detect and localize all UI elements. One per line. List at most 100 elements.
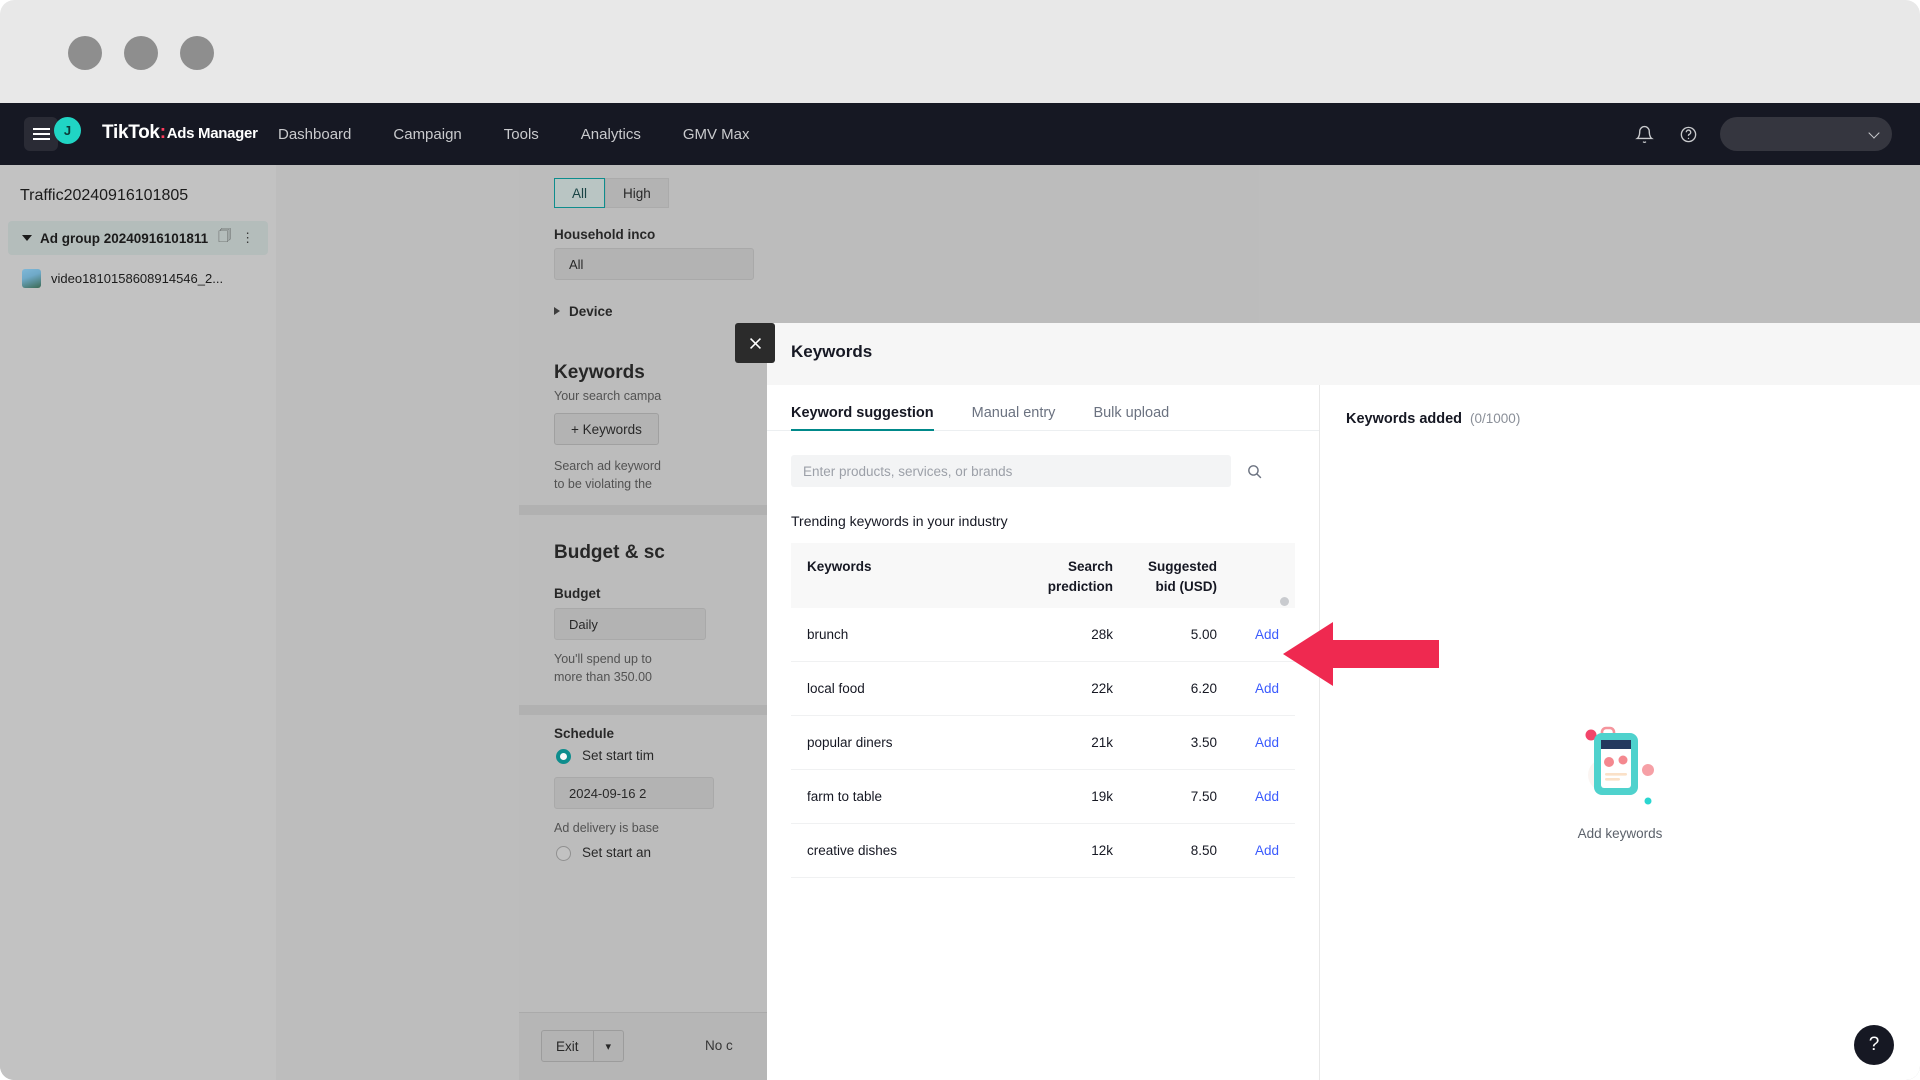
keywords-added-panel: Keywords added (0/1000) Add keywords ? [1320,385,1920,1080]
keywords-added-count: (0/1000) [1470,411,1521,426]
chevron-down-icon[interactable]: ▾ [594,1040,624,1053]
budget-note-line1: You'll spend up to [554,652,652,666]
tab-manual-entry[interactable]: Manual entry [972,405,1056,430]
exit-button[interactable]: Exit ▾ [541,1030,625,1062]
column-header-search-line1: Search [1067,559,1113,574]
add-keyword-link[interactable]: Add [1255,843,1279,858]
table-row[interactable]: popular diners 21k 3.50 Add [791,716,1295,771]
brand-logo: TikTok:Ads Manager [102,122,258,144]
keywords-note-line1: Search ad keyword [554,459,662,473]
question-mark-icon[interactable]: ? [1854,1025,1894,1065]
schedule-radio-start-end[interactable] [556,846,571,861]
tab-bulk-upload[interactable]: Bulk upload [1093,405,1169,430]
table-row[interactable]: farm to table 19k 7.50 Add [791,770,1295,825]
add-keyword-link[interactable]: Add [1255,681,1279,696]
add-keyword-link[interactable]: Add [1255,735,1279,750]
modal-body: Keyword suggestion Manual entry Bulk upl… [767,385,1920,1080]
campaign-title: Traffic20240916101805 [20,187,189,204]
hamburger-icon[interactable] [24,117,58,151]
cell-search-prediction: 22k [1091,681,1113,697]
creative-label: video1810158608914546_2... [51,270,224,286]
browser-window: J TikTok:Ads Manager Dashboard Campaign … [0,0,1920,1080]
segment-all[interactable]: All [554,178,606,208]
tab-keyword-suggestion[interactable]: Keyword suggestion [791,405,934,431]
nav-right-actions [1632,103,1892,165]
nav-item-tools[interactable]: Tools [504,126,539,143]
nav-links: Dashboard Campaign Tools Analytics GMV M… [278,103,750,165]
chevron-down-icon[interactable] [22,235,32,241]
budget-note-line2: more than 350.00 [554,670,652,684]
modal-tabs: Keyword suggestion Manual entry Bulk upl… [767,385,1319,431]
account-selector[interactable] [1720,117,1892,151]
footer-note: No c [705,1038,733,1053]
creative-thumbnail [22,268,41,288]
add-keyword-link[interactable]: Add [1255,789,1279,804]
audience-segment-group: All High [554,178,669,208]
cell-suggested-bid: 3.50 [1190,735,1217,751]
budget-section-heading: Budget & sc [554,542,665,563]
exit-button-label: Exit [556,1038,579,1054]
cell-keyword: farm to table [807,789,883,805]
window-minimize-dot[interactable] [124,36,158,70]
add-keyword-link[interactable]: Add [1255,627,1279,642]
keywords-table: Keywords Search prediction Suggested bid… [791,543,1295,879]
more-vertical-icon[interactable]: ⋮ [241,230,254,246]
window-close-dot[interactable] [68,36,102,70]
nav-item-analytics[interactable]: Analytics [581,126,641,143]
campaign-sidebar: Traffic20240916101805 Ad group 202409161… [0,165,276,1080]
cell-keyword: popular diners [807,735,893,751]
scrollbar-thumb[interactable] [1280,597,1289,607]
budget-type-select[interactable]: Daily [554,608,706,640]
schedule-radio-start-time[interactable] [556,749,571,764]
table-row[interactable]: creative dishes 12k 8.50 Add [791,824,1295,879]
column-header-keywords: Keywords [807,559,872,574]
cell-suggested-bid: 6.20 [1190,681,1217,697]
keywords-note-line2: to be violating the [554,477,652,491]
pointer-arrow-annotation [1283,620,1439,688]
keywords-section-heading: Keywords [554,362,645,383]
brand-name: TikTok [102,122,160,143]
keywords-section-desc: Your search campa [554,389,662,403]
schedule-label: Schedule [554,726,615,741]
avatar[interactable]: J [54,117,81,144]
chevron-down-icon [1868,127,1880,139]
cell-keyword: local food [807,681,865,697]
cell-keyword: creative dishes [807,843,898,859]
segment-high[interactable]: High [605,178,669,208]
search-input[interactable] [791,455,1231,487]
nav-item-dashboard[interactable]: Dashboard [278,126,351,143]
search-icon[interactable] [1237,455,1271,487]
copy-icon[interactable]: 🗍 [218,227,231,249]
household-income-select[interactable]: All [554,248,754,280]
empty-state: Add keywords [1320,427,1920,1080]
app-top-nav: J TikTok:Ads Manager Dashboard Campaign … [0,103,1920,165]
add-keywords-button[interactable]: + Keywords [554,413,659,445]
column-header-search-line2: prediction [1047,578,1113,594]
nav-item-gmv-max[interactable]: GMV Max [683,126,750,143]
brand-colon: : [159,122,166,143]
cell-search-prediction: 12k [1091,843,1113,859]
window-maximize-dot[interactable] [180,36,214,70]
budget-label: Budget [554,586,601,601]
question-circle-icon[interactable] [1676,122,1700,146]
keywords-modal: Keywords Keyword suggestion Manual entry… [767,323,1920,1080]
bell-icon[interactable] [1632,122,1656,146]
column-header-bid-line1: Suggested [1147,559,1217,574]
nav-item-campaign[interactable]: Campaign [393,126,461,143]
modal-title: Keywords [791,342,873,361]
close-icon[interactable] [735,323,775,363]
schedule-date-input[interactable]: 2024-09-16 2 [554,777,714,809]
cell-suggested-bid: 8.50 [1190,843,1217,859]
keyword-search-row [791,455,1295,487]
device-label[interactable]: Device [569,304,613,319]
column-header-search-prediction: Search prediction [1001,557,1113,596]
table-row[interactable]: local food 22k 6.20 Add [791,662,1295,717]
sidebar-item-ad-group[interactable]: Ad group 20240916101811 🗍 ⋮ [8,221,268,255]
table-row[interactable]: brunch 28k 5.00 Add [791,608,1295,663]
sidebar-item-creative[interactable]: video1810158608914546_2... [22,263,268,293]
column-header-bid-line2: bid (USD) [1155,578,1218,594]
schedule-option2-label: Set start an [582,845,652,860]
clipboard-illustration [1574,715,1666,812]
brand-subtitle: Ads Manager [166,125,258,142]
chevron-right-icon[interactable] [554,307,560,315]
